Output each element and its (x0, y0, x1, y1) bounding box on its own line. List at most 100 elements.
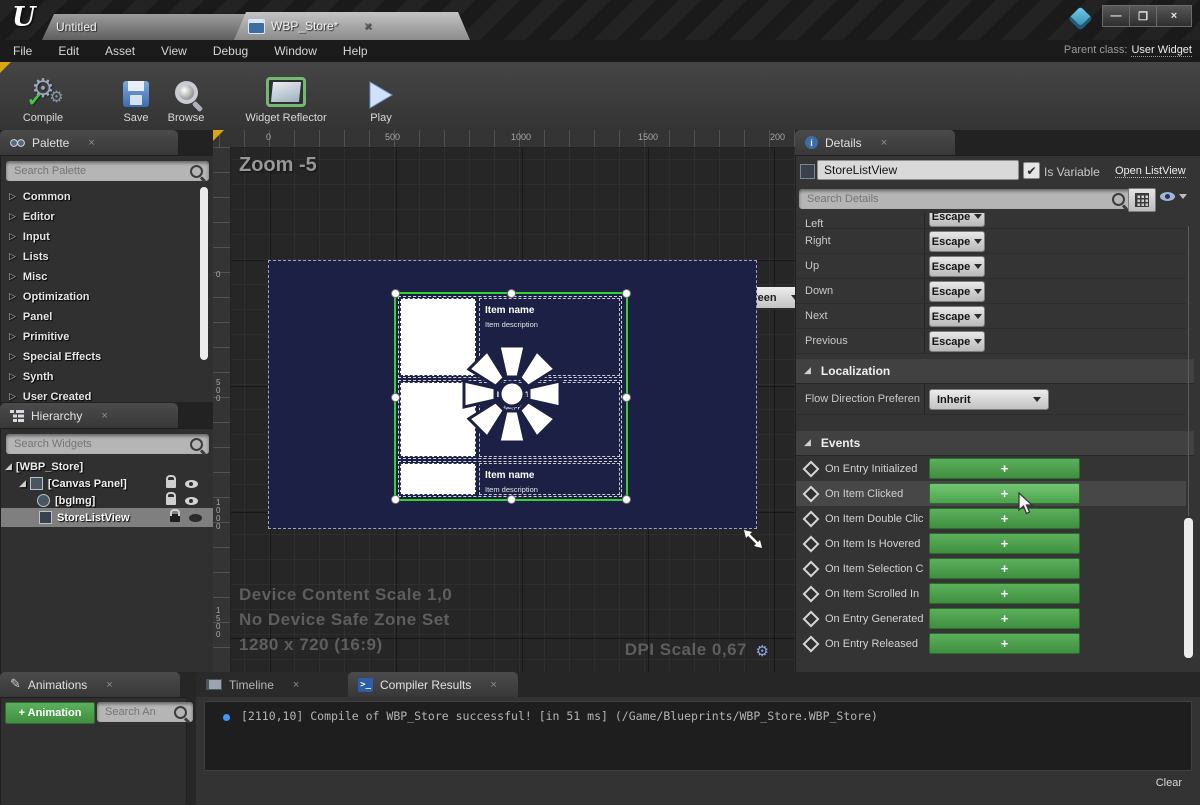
lock-icon[interactable] (170, 514, 180, 522)
palette-category-misc[interactable]: ▷Misc (1, 267, 197, 287)
events-section-header[interactable]: ◢Events (796, 431, 1194, 456)
marketplace-icon[interactable] (1068, 6, 1092, 30)
tree-item-bgimg[interactable]: [bgImg] (37, 492, 210, 509)
search-input[interactable] (12, 164, 190, 178)
tree-item-canvas-panel[interactable]: ◢ [Canvas Panel] (19, 475, 210, 492)
resize-handle[interactable] (391, 393, 400, 402)
menu-window[interactable]: Window (261, 44, 330, 58)
nav-previous-dropdown[interactable]: Escape (929, 331, 985, 352)
lock-icon[interactable] (166, 480, 176, 488)
palette-category-editor[interactable]: ▷Editor (1, 207, 197, 227)
compiler-log[interactable]: [2110,10] Compile of WBP_Store successfu… (204, 701, 1192, 771)
close-icon[interactable]: × (364, 19, 371, 33)
add-event-button[interactable]: + (929, 583, 1080, 604)
search-input[interactable] (103, 705, 174, 719)
close-icon[interactable]: × (490, 679, 496, 691)
visibility-eye-icon[interactable] (189, 514, 202, 522)
nav-left-dropdown[interactable]: Escape (929, 213, 985, 227)
storelistview-widget[interactable]: Item name Item description Item name Ite… (394, 292, 628, 501)
view-options-button[interactable] (1160, 192, 1187, 201)
nav-next-dropdown[interactable]: Escape (929, 306, 985, 327)
animations-panel-tab[interactable]: ✎ Animations × (0, 672, 180, 697)
menu-help[interactable]: Help (330, 44, 381, 58)
resize-arrow-icon[interactable] (742, 528, 764, 550)
add-event-button[interactable]: + (929, 633, 1080, 654)
resize-handle[interactable] (507, 289, 516, 298)
visibility-eye-icon[interactable] (185, 497, 198, 505)
details-scrollbar[interactable] (1184, 518, 1193, 658)
widget-canvas[interactable]: Item name Item description Item name Ite… (268, 260, 757, 529)
resize-handle[interactable] (622, 289, 631, 298)
resize-handle[interactable] (622, 495, 631, 504)
palette-panel-tab[interactable]: Palette × (0, 130, 178, 155)
visibility-eye-icon[interactable] (185, 480, 198, 488)
play-button[interactable]: Play (358, 66, 404, 124)
menu-asset[interactable]: Asset (92, 44, 148, 58)
open-listview-link[interactable]: Open ListView (1115, 165, 1186, 178)
widget-name-input[interactable] (817, 160, 1019, 180)
palette-category-special-effects[interactable]: ▷Special Effects (1, 347, 197, 367)
palette-category-panel[interactable]: ▷Panel (1, 307, 197, 327)
property-matrix-button[interactable] (1128, 188, 1156, 212)
lock-icon[interactable] (166, 497, 176, 505)
maximize-button[interactable]: ❐ (1129, 5, 1157, 27)
dpi-settings-gear-icon[interactable]: ⚙ (756, 642, 769, 660)
tutorial-corner-marker[interactable] (213, 130, 224, 141)
widget-reflector-button[interactable]: Widget Reflector (232, 66, 340, 124)
palette-category-synth[interactable]: ▷Synth (1, 367, 197, 387)
nav-up-dropdown[interactable]: Escape (929, 256, 985, 277)
close-icon[interactable]: × (101, 410, 107, 422)
details-panel-tab[interactable]: i Details × (795, 130, 955, 155)
hierarchy-search[interactable] (6, 434, 209, 454)
tree-item-storelistview[interactable]: StoreListView (1, 508, 214, 527)
menu-view[interactable]: View (148, 44, 200, 58)
add-event-button[interactable]: + (929, 508, 1080, 529)
list-entry-3[interactable]: Item name Item description (398, 461, 622, 497)
menu-edit[interactable]: Edit (45, 44, 92, 58)
add-event-button[interactable]: + (929, 558, 1080, 579)
palette-category-common[interactable]: ▷Common (1, 187, 197, 207)
close-icon[interactable]: × (106, 679, 112, 691)
add-event-button[interactable]: + (929, 533, 1080, 554)
compile-button[interactable]: ⚙ ⚙ ✔ Compile (10, 66, 76, 124)
is-variable-checkbox[interactable]: ✔ (1023, 162, 1040, 179)
resize-handle[interactable] (622, 393, 631, 402)
search-input[interactable] (805, 192, 1112, 206)
resize-handle[interactable] (507, 495, 516, 504)
timeline-panel-tab[interactable]: Timeline × (196, 672, 364, 697)
close-icon[interactable]: × (88, 137, 94, 149)
close-button[interactable]: × (1156, 5, 1192, 27)
close-icon[interactable]: × (881, 137, 887, 149)
parent-class-value[interactable]: User Widget (1131, 44, 1192, 57)
doc-tab-untitled[interactable]: Untitled (42, 14, 260, 40)
doc-tab-wbp-store[interactable]: WBP_Store* × (234, 12, 470, 40)
menu-debug[interactable]: Debug (200, 44, 261, 58)
add-animation-button[interactable]: + Animation (5, 702, 95, 724)
palette-category-primitive[interactable]: ▷Primitive (1, 327, 197, 347)
details-search[interactable] (799, 189, 1131, 209)
resize-handle[interactable] (391, 495, 400, 504)
add-event-button[interactable]: + (929, 608, 1080, 629)
animations-search[interactable] (97, 702, 193, 722)
add-event-button[interactable]: + (929, 483, 1080, 504)
hierarchy-panel-tab[interactable]: Hierarchy × (0, 403, 178, 428)
compiler-results-panel-tab[interactable]: >_ Compiler Results × (348, 672, 518, 697)
add-event-button[interactable]: + (929, 458, 1080, 479)
flow-direction-dropdown[interactable]: Inherit (929, 389, 1049, 410)
nav-down-dropdown[interactable]: Escape (929, 281, 985, 302)
clear-log-button[interactable]: Clear (1156, 777, 1182, 789)
designer-viewport[interactable]: 0 500 1000 1500 200 0 500 1000 1500 Zoom… (213, 130, 795, 672)
search-input[interactable] (12, 437, 190, 451)
palette-category-input[interactable]: ▷Input (1, 227, 197, 247)
palette-category-lists[interactable]: ▷Lists (1, 247, 197, 267)
nav-right-dropdown[interactable]: Escape (929, 231, 985, 252)
palette-category-optimization[interactable]: ▷Optimization (1, 287, 197, 307)
browse-button[interactable]: Browse (160, 66, 212, 124)
menu-file[interactable]: File (0, 44, 45, 58)
minimize-button[interactable]: — (1102, 5, 1130, 27)
close-icon[interactable]: × (293, 679, 299, 691)
localization-section-header[interactable]: ◢Localization (796, 359, 1194, 384)
palette-search[interactable] (6, 161, 209, 181)
resize-handle[interactable] (391, 289, 400, 298)
save-button[interactable]: Save (114, 66, 158, 124)
